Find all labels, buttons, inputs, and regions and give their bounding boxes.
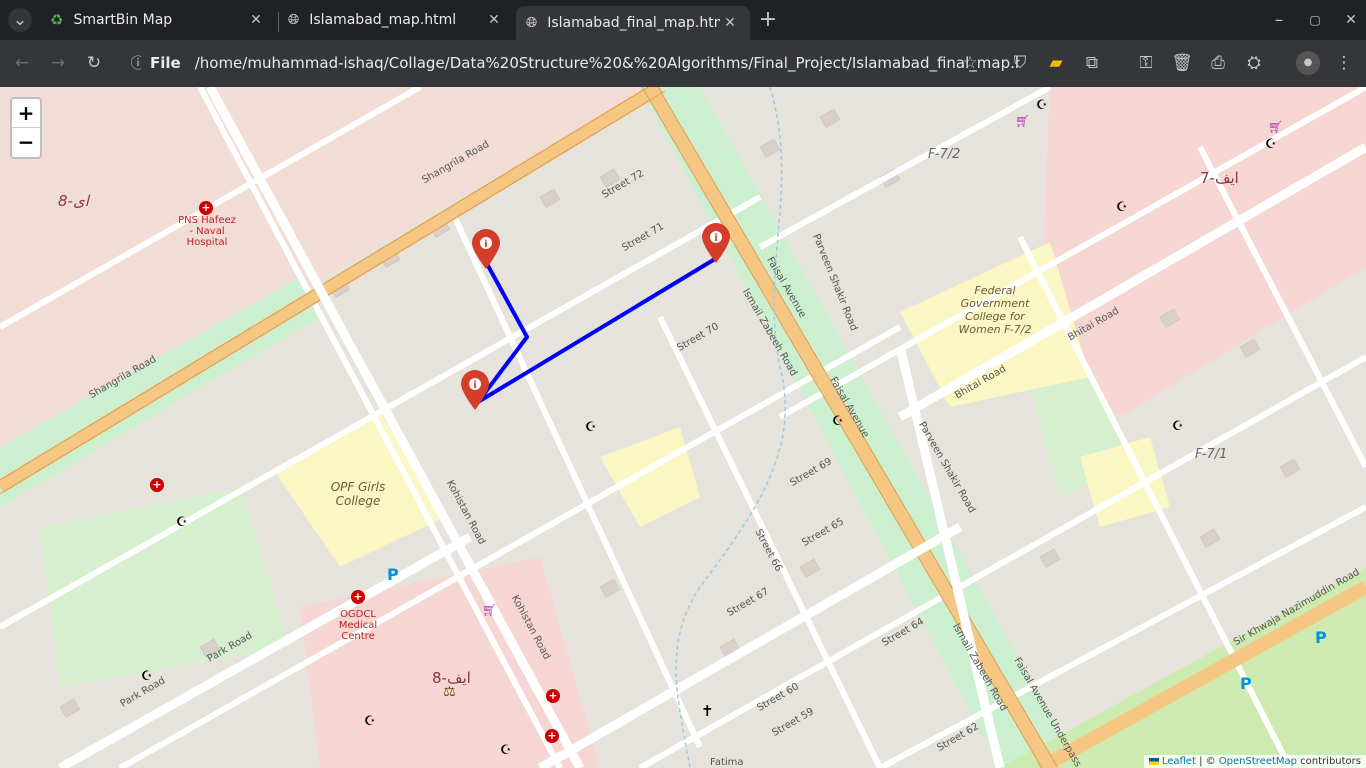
tab-title: SmartBin Map bbox=[73, 12, 173, 28]
leaflet-link[interactable]: Leaflet bbox=[1162, 756, 1196, 767]
tab-search-icon[interactable]: ⌄ bbox=[8, 8, 32, 32]
map-pin-icon: i bbox=[461, 370, 489, 410]
hospital-label-pns: PNS Hafeez - Naval Hospital bbox=[178, 215, 236, 248]
tab-islamabad-final-map[interactable]: 🌐︎ Islamabad_final_map.html ✕ bbox=[516, 6, 750, 40]
menu-icon[interactable]: ⋮ bbox=[1332, 51, 1356, 75]
zoom-out-button[interactable]: − bbox=[12, 128, 40, 157]
sector-label-f71: F-7/1 bbox=[1195, 447, 1228, 462]
restore-icon[interactable]: ▢ bbox=[1303, 8, 1327, 32]
map-pin-icon: i bbox=[472, 229, 500, 269]
address-bar[interactable]: File/home/muhammad-ishaq/Collage/Data%20… bbox=[140, 46, 1020, 80]
map-attribution: Leaflet | © OpenStreetMap contributors bbox=[1143, 755, 1366, 768]
mosque-icon: ☪ bbox=[176, 515, 188, 530]
globe-icon: 🌐︎ bbox=[288, 12, 300, 28]
mosque-icon: ☪ bbox=[832, 414, 844, 429]
tab-smartbin[interactable]: ♻ SmartBin Map ✕ bbox=[40, 4, 276, 36]
shopping-icon: 🛒︎ bbox=[1268, 120, 1284, 134]
mosque-icon: ☪ bbox=[364, 714, 376, 729]
court-icon: ⚖ bbox=[443, 684, 456, 700]
parking-icon: P bbox=[387, 565, 399, 584]
forward-icon[interactable]: → bbox=[46, 51, 70, 75]
hospital-icon: + bbox=[546, 689, 560, 703]
globe-icon: 🌐︎ bbox=[526, 15, 538, 31]
recycle-icon: ♻ bbox=[50, 11, 64, 29]
close-window-icon[interactable]: ✕ bbox=[1339, 8, 1363, 32]
sector-label-f7: ایف-7 bbox=[1200, 169, 1239, 187]
browser-chrome: ⌄ ♻ SmartBin Map ✕ 🌐︎ Islamabad_map.html… bbox=[0, 0, 1366, 87]
route-marker-2[interactable]: i bbox=[702, 223, 730, 267]
route-marker-3[interactable]: i bbox=[461, 370, 489, 414]
poi-label-fatima: Fatima bbox=[710, 757, 744, 768]
hospital-icon: + bbox=[351, 590, 365, 604]
mosque-icon: ☪ bbox=[141, 669, 153, 684]
back-icon[interactable]: ← bbox=[10, 51, 34, 75]
toolbar: ← → ↻ ⓘ File/home/muhammad-ishaq/Collage… bbox=[0, 40, 1366, 87]
mosque-icon: ☪ bbox=[1265, 137, 1277, 152]
hospital-icon: + bbox=[545, 729, 559, 743]
screenshot-icon[interactable]: ⎙ bbox=[1206, 51, 1230, 75]
church-icon: ✝ bbox=[701, 702, 714, 720]
attribution-separator: | © bbox=[1195, 756, 1219, 767]
trash-icon[interactable]: 🗑︎ bbox=[1170, 51, 1194, 75]
minimize-icon[interactable]: – bbox=[1267, 8, 1291, 32]
map-pin-icon: i bbox=[702, 223, 730, 263]
shopping-icon: 🛒︎ bbox=[1015, 114, 1031, 128]
tab-islamabad-map[interactable]: 🌐︎ Islamabad_map.html ✕ bbox=[278, 4, 514, 36]
mosque-icon: ☪ bbox=[1036, 98, 1048, 113]
password-key-icon[interactable]: ⚿ bbox=[1134, 51, 1158, 75]
mosque-icon: ☪ bbox=[585, 420, 597, 435]
attribution-tail: contributors bbox=[1297, 756, 1361, 767]
extension-yellow-icon[interactable]: ▰ bbox=[1044, 51, 1068, 75]
school-label-opf: OPF Girls College bbox=[330, 480, 386, 508]
tab-title: Islamabad_final_map.html bbox=[547, 15, 720, 31]
zoom-in-button[interactable]: + bbox=[12, 99, 40, 128]
osm-link[interactable]: OpenStreetMap bbox=[1219, 756, 1297, 767]
mosque-icon: ☪ bbox=[1116, 200, 1128, 215]
sector-label-e8: ای-8 bbox=[58, 192, 89, 210]
incognito-icon[interactable]: ⛭ bbox=[1242, 51, 1266, 75]
close-icon[interactable]: ✕ bbox=[484, 10, 504, 30]
parking-icon: P bbox=[1315, 628, 1327, 647]
svg-text:i: i bbox=[714, 233, 717, 244]
close-icon[interactable]: ✕ bbox=[246, 10, 266, 30]
reload-icon[interactable]: ↻ bbox=[82, 51, 106, 75]
ukraine-flag-icon bbox=[1148, 757, 1159, 765]
mosque-icon: ☪ bbox=[500, 743, 512, 758]
shield-icon[interactable]: ⛉ bbox=[1008, 51, 1032, 75]
extensions-icon[interactable]: ⧉ bbox=[1080, 51, 1104, 75]
hospital-icon: + bbox=[150, 478, 164, 492]
tab-strip: ⌄ ♻ SmartBin Map ✕ 🌐︎ Islamabad_map.html… bbox=[0, 0, 1366, 40]
medical-label-ogdcl: OGDCL Medical Centre bbox=[338, 609, 378, 642]
url-text: /home/muhammad-ishaq/Collage/Data%20Stru… bbox=[194, 54, 1020, 72]
map-tiles bbox=[0, 87, 1366, 768]
map-canvas[interactable]: i i i ای-8 F-7/2 ایف-7 F-7/1 ایف-8 PNS H… bbox=[0, 87, 1366, 768]
close-icon[interactable]: ✕ bbox=[720, 13, 740, 33]
route-marker-1[interactable]: i bbox=[472, 229, 500, 273]
shopping-icon: 🛒︎ bbox=[482, 603, 498, 617]
tab-title: Islamabad_map.html bbox=[309, 12, 457, 28]
site-info-label[interactable]: File bbox=[150, 54, 181, 72]
parking-icon: P bbox=[1240, 674, 1252, 693]
svg-text:i: i bbox=[484, 239, 487, 250]
zoom-control: + − bbox=[10, 97, 42, 159]
sector-label-f72: F-7/2 bbox=[928, 147, 961, 162]
hospital-icon: + bbox=[199, 201, 213, 215]
svg-text:i: i bbox=[473, 380, 476, 391]
mosque-icon: ☪ bbox=[1172, 419, 1184, 434]
avatar[interactable]: ● bbox=[1296, 51, 1320, 75]
school-label-fgc: Federal Government College for Women F-7… bbox=[958, 284, 1032, 336]
new-tab-icon[interactable]: + bbox=[756, 8, 780, 32]
bookmark-star-icon[interactable]: ☆ bbox=[958, 51, 982, 75]
